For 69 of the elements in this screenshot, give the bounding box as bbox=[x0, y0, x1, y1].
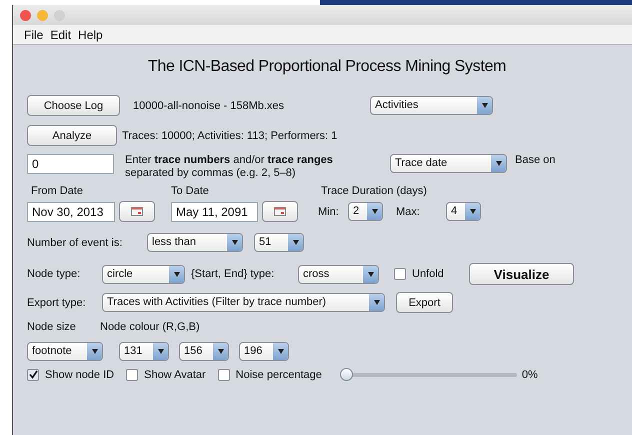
app-title: The ICN-Based Proportional Process Mining System bbox=[146, 58, 508, 77]
export-type-label: Export type: bbox=[27, 296, 87, 308]
view-dropdown[interactable]: Activities bbox=[370, 96, 493, 115]
checkbox[interactable] bbox=[126, 368, 138, 380]
slider-thumb[interactable] bbox=[340, 368, 353, 381]
visualize-button[interactable]: Visualize bbox=[469, 263, 574, 285]
export-type-dropdown[interactable]: Traces with Activities (Filter by trace number) bbox=[102, 293, 385, 312]
operator-dropdown[interactable]: less than bbox=[147, 233, 243, 252]
caret-icon bbox=[292, 240, 298, 245]
checkbox-label: Show Avatar bbox=[144, 368, 206, 380]
calendar-button[interactable] bbox=[119, 201, 155, 222]
start-end-type-label: {Start, End} type: bbox=[191, 268, 276, 280]
checkbox[interactable] bbox=[27, 368, 39, 380]
max-dropdown[interactable]: 4 bbox=[446, 202, 481, 221]
calendar-icon bbox=[274, 207, 286, 216]
node-type-dropdown[interactable]: circle bbox=[102, 264, 185, 284]
node-type-label: Node type: bbox=[27, 268, 82, 280]
caret-icon bbox=[372, 209, 378, 214]
caret-icon bbox=[174, 272, 180, 276]
field-label: To Date bbox=[171, 185, 210, 197]
export-button[interactable]: Export bbox=[396, 292, 453, 313]
caret-icon bbox=[374, 300, 380, 305]
caret-icon bbox=[158, 349, 164, 354]
trace-hint-example: separated by commas (e.g. 2, 5–8) bbox=[125, 167, 297, 180]
trace-input-field[interactable]: 0 bbox=[27, 154, 114, 174]
choose-log-button[interactable]: Choose Log bbox=[27, 95, 120, 116]
menu-item[interactable]: Edit bbox=[50, 28, 72, 42]
base-on-label: Base on bbox=[515, 154, 556, 166]
caret-icon bbox=[368, 272, 374, 276]
caret-icon bbox=[496, 161, 502, 166]
node-size-dropdown[interactable]: footnote bbox=[27, 342, 103, 361]
event-count-dropdown[interactable]: 51 bbox=[254, 233, 304, 252]
calendar-icon bbox=[131, 207, 143, 216]
trace-hint: Enter trace numbers and/or trace ranges bbox=[125, 154, 334, 167]
close-button[interactable] bbox=[20, 10, 31, 20]
menu-item[interactable]: File bbox=[24, 28, 44, 42]
analyze-button[interactable]: Analyze bbox=[27, 125, 117, 146]
caret-icon bbox=[232, 240, 238, 245]
date-field[interactable]: Nov 30, 2013 bbox=[27, 202, 115, 222]
date-field[interactable]: May 11, 2091 bbox=[171, 202, 258, 222]
file-name: 10000-all-nonoise - 158Mb.xes bbox=[133, 100, 286, 112]
field-label: Trace Duration (days) bbox=[321, 185, 427, 197]
noise-reading: 0% bbox=[522, 368, 538, 380]
filter-mode-dropdown[interactable]: Trace date bbox=[390, 154, 507, 173]
calendar-button[interactable] bbox=[262, 201, 298, 222]
caret-icon bbox=[92, 349, 98, 354]
noise-slider[interactable] bbox=[340, 368, 517, 381]
log-summary: Traces: 10000; Activities: 113; Performers: 1 bbox=[122, 130, 338, 142]
max-label: Max: bbox=[396, 206, 421, 218]
min-label: Min: bbox=[318, 206, 340, 218]
node-size-label: Node size bbox=[27, 321, 77, 333]
checkbox-label: Unfold bbox=[412, 268, 445, 280]
checkbox-label: Noise percentage bbox=[236, 368, 322, 380]
event-count-label: Number of event is: bbox=[27, 236, 124, 248]
min-dropdown[interactable]: 2 bbox=[348, 202, 383, 221]
field-label: From Date bbox=[31, 185, 84, 197]
colour-dropdown[interactable]: 131 bbox=[119, 342, 169, 361]
checkbox-label: Show node ID bbox=[45, 368, 114, 380]
caret-icon bbox=[278, 349, 284, 354]
colour-dropdown[interactable]: 196 bbox=[239, 342, 289, 361]
checkbox[interactable] bbox=[218, 368, 230, 380]
caret-icon bbox=[482, 103, 488, 108]
menu-item[interactable]: Help bbox=[78, 28, 103, 42]
caret-icon bbox=[470, 209, 476, 214]
unfold-checkbox[interactable] bbox=[394, 268, 406, 280]
caret-icon bbox=[218, 349, 224, 354]
node-colour-label: Node colour (R,G,B) bbox=[100, 321, 200, 333]
start-end-dropdown[interactable]: cross bbox=[298, 264, 379, 284]
colour-dropdown[interactable]: 156 bbox=[179, 342, 229, 361]
